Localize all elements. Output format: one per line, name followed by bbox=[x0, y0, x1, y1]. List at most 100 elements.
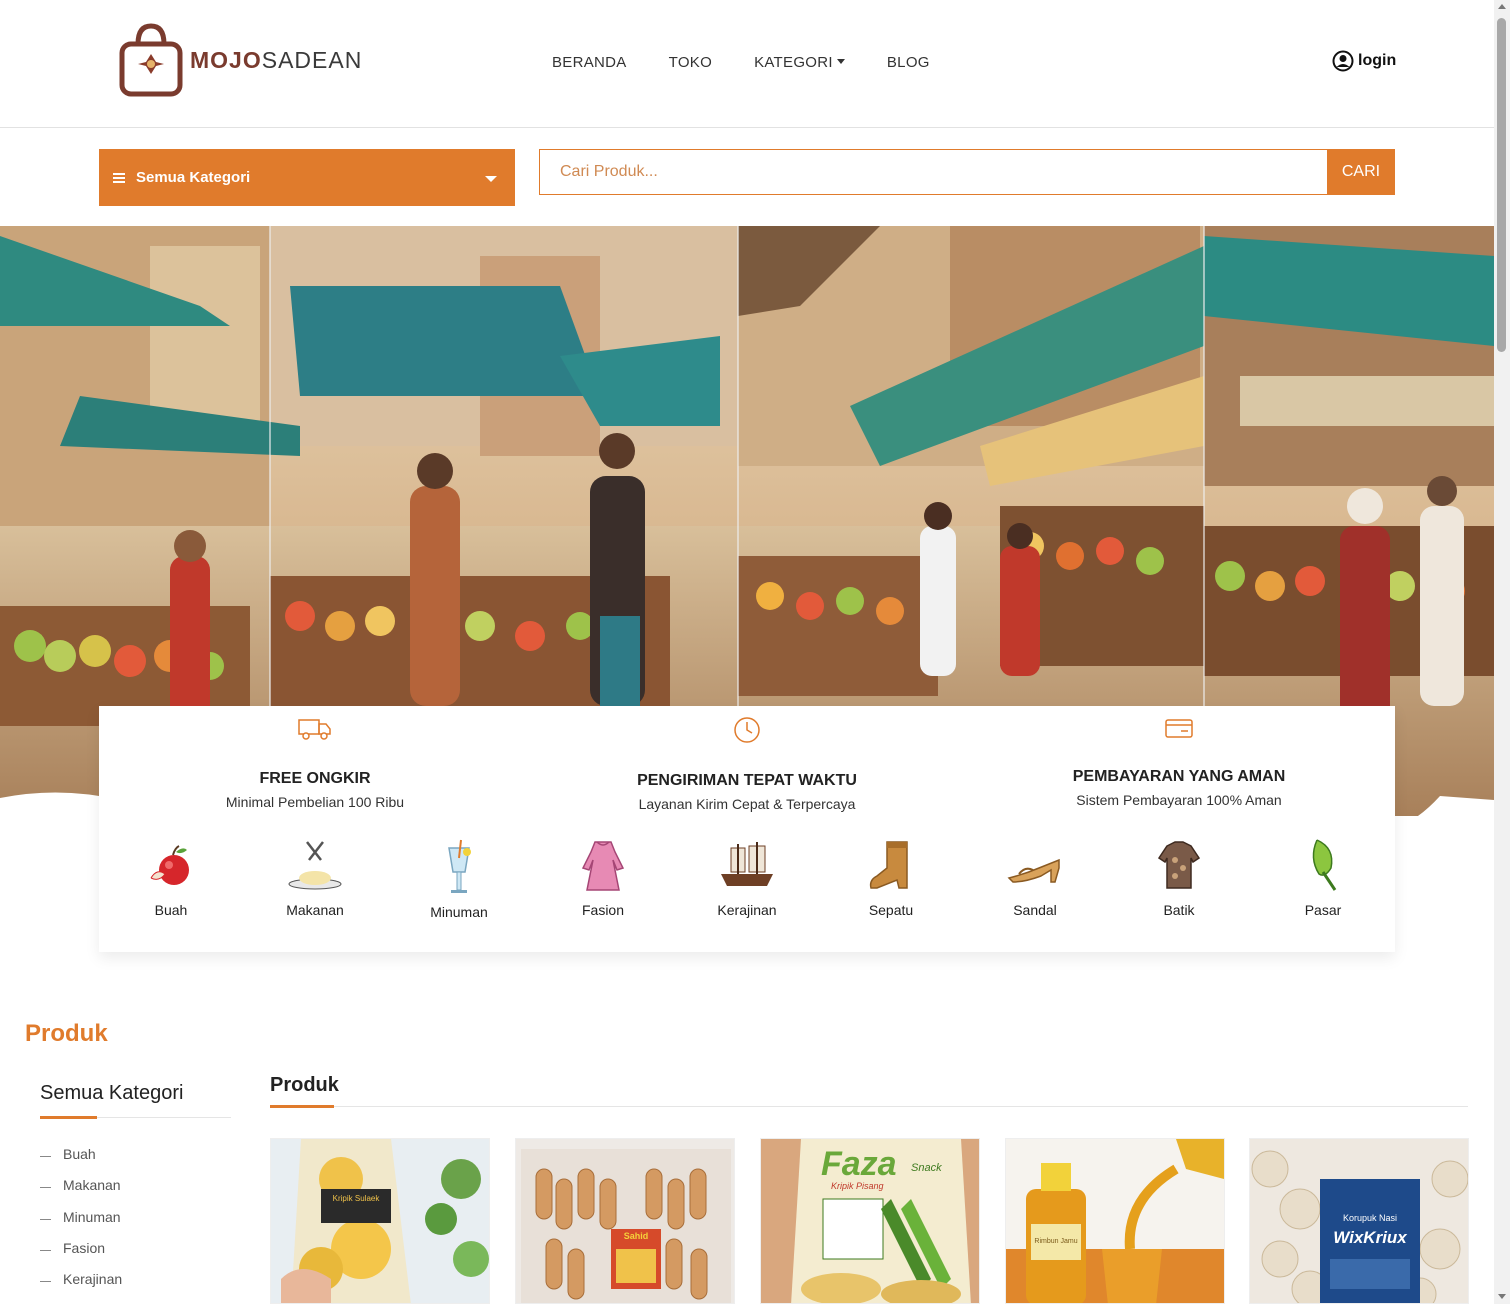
scrollbar-thumb[interactable] bbox=[1497, 18, 1506, 352]
scroll-down-arrow-icon[interactable] bbox=[1498, 1294, 1506, 1299]
food-plate-icon bbox=[288, 841, 342, 890]
product-label-brand: Faza bbox=[821, 1145, 897, 1183]
feature-free-ongkir: FREE ONGKIR Minimal Pembelian 100 Ribu bbox=[99, 716, 531, 810]
category-label: Makanan bbox=[286, 902, 344, 918]
product-label-line: Kripik Pisang bbox=[831, 1181, 884, 1191]
product-card[interactable]: Korupuk Nasi WixKriux bbox=[1249, 1138, 1469, 1304]
sidebar-item-kerajinan[interactable]: Kerajinan bbox=[40, 1271, 122, 1302]
all-categories-label: Semua Kategori bbox=[136, 169, 251, 186]
sidebar-item-label: Makanan bbox=[63, 1177, 121, 1194]
category-label: Sandal bbox=[1013, 902, 1057, 918]
sidebar-item-buah[interactable]: Buah bbox=[40, 1146, 122, 1177]
product-label-brand: Sahid bbox=[624, 1231, 649, 1241]
category-label: Buah bbox=[154, 902, 188, 918]
category-label: Fasion bbox=[581, 902, 625, 918]
category-label: Sepatu bbox=[868, 902, 914, 918]
divider-accent bbox=[40, 1116, 97, 1119]
category-label: Batik bbox=[1163, 902, 1195, 918]
category-pasar[interactable]: Pasar bbox=[1263, 838, 1383, 918]
feature-tepat-waktu: PENGIRIMAN TEPAT WAKTU Layanan Kirim Cep… bbox=[531, 716, 963, 812]
sidebar-item-fasion[interactable]: Fasion bbox=[40, 1240, 122, 1271]
product-label-brand: WixKriux bbox=[1333, 1228, 1408, 1247]
drink-glass-icon bbox=[448, 839, 471, 893]
section-title: Produk bbox=[25, 1020, 108, 1047]
brand-name: MOJOSADEAN bbox=[190, 47, 362, 74]
dash-icon bbox=[40, 1156, 51, 1157]
category-icons-row: Buah Makanan Minuman Fasion Kerajinan Se… bbox=[99, 838, 1395, 920]
dash-icon bbox=[40, 1187, 51, 1189]
category-kerajinan[interactable]: Kerajinan bbox=[687, 838, 807, 918]
brand-name-part1: MOJO bbox=[190, 46, 262, 73]
features-card: FREE ONGKIR Minimal Pembelian 100 Ribu P… bbox=[99, 706, 1395, 952]
faza-snack-bag-image: Faza Snack Kripik Pisang bbox=[761, 1139, 979, 1303]
category-buah[interactable]: Buah bbox=[111, 838, 231, 918]
honey-bottle-glass-image: Rimbun Jamu bbox=[1006, 1139, 1224, 1303]
ship-craft-icon bbox=[721, 842, 773, 886]
wixkriux-kerupuk-bag-image: Korupuk Nasi WixKriux bbox=[1250, 1139, 1468, 1303]
batik-shirt-icon bbox=[1157, 841, 1201, 889]
category-sepatu[interactable]: Sepatu bbox=[831, 838, 951, 918]
feature-subtitle: Sistem Pembayaran 100% Aman bbox=[1076, 792, 1282, 808]
product-card[interactable]: Rimbun Jamu bbox=[1005, 1138, 1225, 1304]
category-label: Kerajinan bbox=[717, 902, 777, 918]
dash-icon bbox=[40, 1218, 51, 1220]
feature-title: PEMBAYARAN YANG AMAN bbox=[1072, 768, 1286, 785]
search-input[interactable] bbox=[539, 149, 1328, 195]
nav-kategori[interactable]: KATEGORI bbox=[754, 54, 845, 71]
shopping-bag-logo-icon bbox=[119, 23, 183, 97]
product-label-brand: Kripik Sulaek bbox=[333, 1194, 381, 1203]
truck-icon bbox=[298, 719, 331, 740]
sidebar-item-label: Minuman bbox=[63, 1208, 121, 1225]
search-button[interactable]: CARI bbox=[1327, 149, 1395, 195]
sidebar-item-label: Buah bbox=[63, 1146, 96, 1162]
brand-name-part2: SADEAN bbox=[261, 46, 363, 73]
sidebar-item-makanan[interactable]: Makanan bbox=[40, 1177, 122, 1208]
all-categories-dropdown[interactable]: Semua Kategori bbox=[99, 149, 515, 206]
sidebar-item-label: Fasion bbox=[63, 1239, 106, 1256]
sidebar-heading: Semua Kategori bbox=[40, 1082, 184, 1104]
divider-accent bbox=[270, 1105, 334, 1108]
chevron-down-icon bbox=[836, 59, 845, 64]
keripik-pisang-bag-image: Kripik Sulaek bbox=[271, 1139, 489, 1303]
sidebar-category-list: Buah Makanan Minuman Fasion Kerajinan bbox=[40, 1146, 122, 1302]
sahid-snack-bag-image: Sahid bbox=[516, 1139, 734, 1303]
credit-card-icon bbox=[1165, 719, 1193, 738]
feature-pembayaran-aman: PEMBAYARAN YANG AMAN Sistem Pembayaran 1… bbox=[963, 716, 1395, 808]
menu-icon bbox=[113, 171, 125, 185]
scroll-up-arrow-icon[interactable] bbox=[1498, 4, 1506, 9]
product-card[interactable]: Faza Snack Kripik Pisang bbox=[760, 1138, 980, 1304]
brand-logo[interactable]: MOJOSADEAN bbox=[118, 22, 362, 98]
chevron-down-icon bbox=[485, 176, 497, 182]
nav-blog[interactable]: BLOG bbox=[887, 54, 930, 71]
product-label-sub: Snack bbox=[911, 1162, 942, 1174]
category-label: Pasar bbox=[1304, 902, 1342, 918]
site-header: MOJOSADEAN BERANDA TOKO KATEGORI BLOG lo… bbox=[0, 0, 1494, 128]
apple-icon bbox=[150, 845, 189, 885]
category-makanan[interactable]: Makanan bbox=[255, 838, 375, 918]
login-link[interactable]: login bbox=[1332, 50, 1396, 72]
boot-icon bbox=[869, 841, 908, 889]
dash-icon bbox=[40, 1281, 51, 1282]
category-fasion[interactable]: Fasion bbox=[543, 838, 663, 918]
clock-icon bbox=[734, 717, 760, 743]
product-label-brand: Rimbun Jamu bbox=[1034, 1238, 1077, 1245]
feature-title: PENGIRIMAN TEPAT WAKTU bbox=[637, 772, 857, 789]
divider bbox=[270, 1106, 1468, 1107]
user-circle-icon bbox=[1332, 50, 1354, 72]
dash-icon bbox=[40, 1249, 51, 1251]
nav-toko[interactable]: TOKO bbox=[669, 54, 712, 71]
login-label: login bbox=[1358, 52, 1397, 69]
category-sandal[interactable]: Sandal bbox=[975, 838, 1095, 918]
category-minuman[interactable]: Minuman bbox=[399, 838, 519, 920]
feature-title: FREE ONGKIR bbox=[259, 770, 371, 787]
nav-beranda[interactable]: BERANDA bbox=[552, 54, 627, 71]
products-heading: Produk bbox=[270, 1074, 339, 1096]
sandal-icon bbox=[1007, 858, 1060, 883]
page: MOJOSADEAN BERANDA TOKO KATEGORI BLOG lo… bbox=[0, 0, 1510, 1304]
product-card[interactable]: Sahid bbox=[515, 1138, 735, 1304]
sidebar-item-label: Kerajinan bbox=[63, 1271, 123, 1287]
category-batik[interactable]: Batik bbox=[1119, 838, 1239, 918]
sidebar-item-minuman[interactable]: Minuman bbox=[40, 1209, 122, 1240]
main-nav: BERANDA TOKO KATEGORI BLOG bbox=[552, 54, 972, 71]
product-card[interactable]: Kripik Sulaek bbox=[270, 1138, 490, 1304]
